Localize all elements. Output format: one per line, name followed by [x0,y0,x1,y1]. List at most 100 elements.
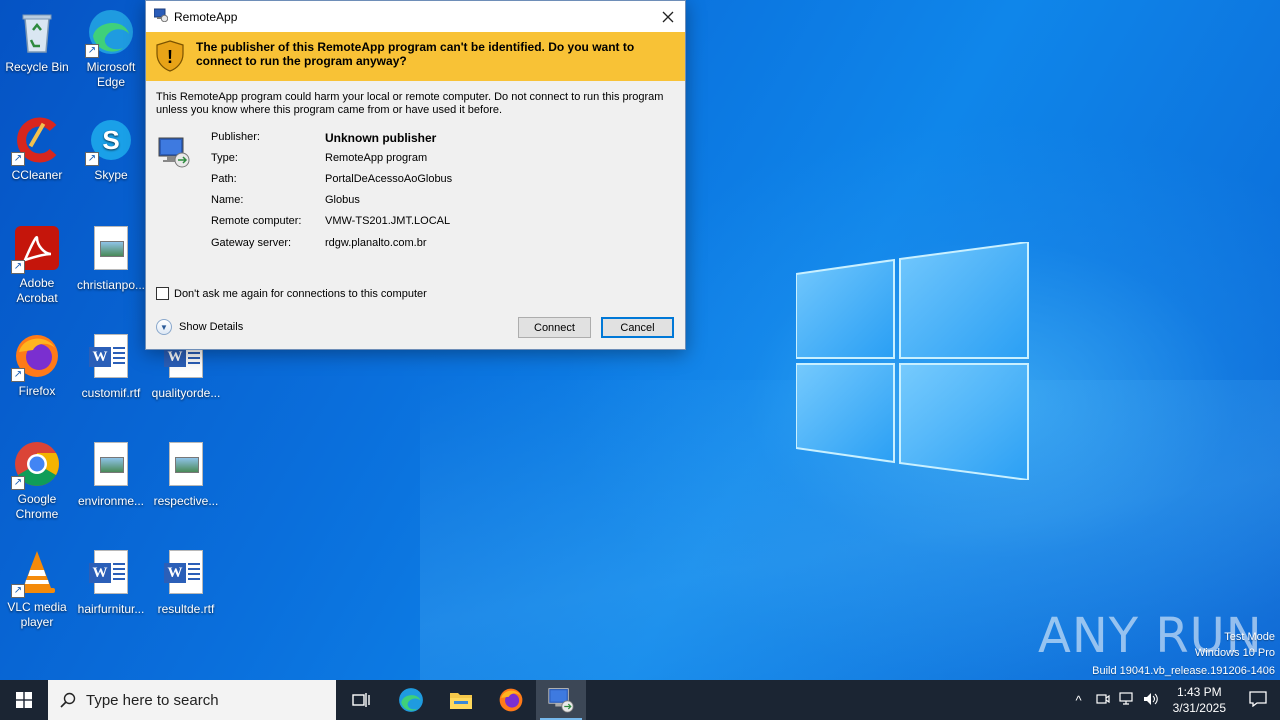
remote-computer-icon [158,136,190,171]
detail-key: Publisher: [211,131,260,143]
image-file-icon [87,226,135,274]
desktop-icon-label: resultde.rtf [157,602,215,616]
detail-key: Gateway server: [211,237,292,249]
remoteapp-icon [153,8,169,25]
word-doc-icon: W [162,550,210,598]
desktop-icon-label: christianpo... [76,278,146,292]
image-file-icon [162,442,210,490]
shortcut-arrow-icon: ↗ [85,152,99,166]
desktop-icon-label: Firefox [18,384,56,398]
detail-value: rdgw.planalto.com.br [325,237,427,249]
folder-icon [450,693,472,709]
volume-icon[interactable] [1139,692,1163,709]
desktop-icon-recycle-bin[interactable]: Recycle Bin [0,8,74,75]
taskbar-remoteapp[interactable] [536,680,586,720]
warning-banner: ! The publisher of this RemoteApp progra… [146,32,685,81]
ccleaner-icon: ↗ [11,116,61,166]
desktop-icon-label: Google Chrome [15,492,59,521]
chevron-up-icon[interactable]: ^ [1067,693,1091,708]
desktop-icon-label: Recycle Bin [5,60,69,74]
remoteapp-dialog: RemoteApp ! The publisher of this Remote… [145,0,686,350]
detail-value: Unknown publisher [325,131,437,145]
cancel-button[interactable]: Cancel [601,317,674,338]
show-details-toggle[interactable]: ▼ Show Details [156,319,243,335]
taskbar-firefox[interactable] [486,680,536,720]
acrobat-icon: ↗ [11,224,61,274]
chevron-down-icon: ▼ [156,319,172,335]
desktop-icon-image-file[interactable]: christianpo... [74,224,148,293]
taskbar-edge[interactable] [386,680,436,720]
desktop-icon-label: VLC media player [7,600,67,629]
detail-key: Type: [211,152,238,164]
firefox-icon: ↗ [11,332,61,382]
windows-logo-wallpaper [796,242,1029,480]
meet-now-icon[interactable] [1091,692,1115,709]
clock-time: 1:43 PM [1176,685,1222,699]
desktop-icon-word-doc[interactable]: W hairfurnitur... [74,548,148,617]
image-file-icon [87,442,135,490]
skype-icon: S ↗ [85,116,135,166]
shortcut-arrow-icon: ↗ [11,368,25,382]
desktop-icon-label: qualityorde... [151,386,221,400]
shield-warning-icon: ! [156,40,184,75]
search-placeholder: Type here to search [86,691,219,709]
remoteapp-icon [548,688,574,713]
desktop-icon-image-file[interactable]: respective... [149,440,223,509]
detail-key: Remote computer: [211,215,302,227]
svg-text:S: S [102,125,119,155]
start-button[interactable] [0,680,48,720]
dialog-description: This RemoteApp program could harm your l… [156,91,664,116]
checkbox-label: Don't ask me again for connections to th… [174,287,427,300]
dialog-titlebar[interactable]: RemoteApp [146,1,685,32]
shortcut-arrow-icon: ↗ [85,44,99,58]
edge-icon [399,688,423,712]
edge-icon: ↗ [85,8,135,58]
taskbar-file-explorer[interactable] [436,680,486,720]
detail-value: RemoteApp program [325,152,428,164]
word-doc-icon: W [87,550,135,598]
desktop-icon-label: CCleaner [11,168,63,182]
vlc-icon: ↗ [11,548,61,598]
desktop-icon-label: respective... [153,494,219,508]
build-label: Build 19041.vb_release.191206-1406 [1092,665,1275,677]
desktop-icon-skype[interactable]: S ↗ Skype [74,116,148,183]
network-icon[interactable] [1115,691,1139,709]
clock[interactable]: 1:43 PM 3/31/2025 [1163,684,1236,716]
desktop-icon-vlc[interactable]: ↗ VLC media player [0,548,74,630]
detail-value: PortalDeAcessoAoGlobus [325,173,453,185]
desktop-icon-word-doc[interactable]: W resultde.rtf [149,548,223,617]
desktop-icon-firefox[interactable]: ↗ Firefox [0,332,74,399]
show-details-label: Show Details [179,321,244,333]
search-icon [60,692,76,708]
shortcut-arrow-icon: ↗ [11,260,25,274]
dont-ask-checkbox[interactable]: Don't ask me again for connections to th… [156,287,427,300]
detail-value: Globus [325,194,360,206]
desktop-icon-label: Skype [94,168,128,182]
word-doc-icon: W [87,334,135,382]
desktop-icon-edge[interactable]: ↗ Microsoft Edge [74,8,148,90]
desktop-icon-ccleaner[interactable]: ↗ CCleaner [0,116,74,183]
shortcut-arrow-icon: ↗ [11,152,25,166]
windows-edition-label: Windows 10 Pro [1194,647,1275,659]
desktop-icon-label: environme... [77,494,145,508]
details-section: Publisher: Unknown publisher Type: Remot… [146,131,685,271]
desktop-icon-label: hairfurnitur... [77,602,145,616]
task-view-button[interactable] [336,680,386,720]
test-mode-label: Test Mode [1224,631,1275,643]
desktop-icon-chrome[interactable]: ↗ Google Chrome [0,440,74,522]
desktop-icon-label: Adobe Acrobat [16,276,58,305]
firefox-icon [499,688,523,712]
desktop-icon-acrobat[interactable]: ↗ Adobe Acrobat [0,224,74,306]
close-button[interactable] [651,1,685,32]
recycle-bin-icon [13,8,61,56]
detail-key: Name: [211,194,244,206]
taskbar-search-box[interactable]: Type here to search [48,680,336,720]
desktop-icon-image-file[interactable]: environme... [74,440,148,509]
notifications-icon[interactable] [1236,690,1280,710]
warning-message: The publisher of this RemoteApp program … [196,40,635,68]
connect-button[interactable]: Connect [518,317,591,338]
checkbox-box[interactable] [156,287,169,300]
desktop-icon-word-doc[interactable]: W customif.rtf [74,332,148,401]
dialog-title: RemoteApp [174,9,238,24]
windows-start-icon [16,692,32,708]
